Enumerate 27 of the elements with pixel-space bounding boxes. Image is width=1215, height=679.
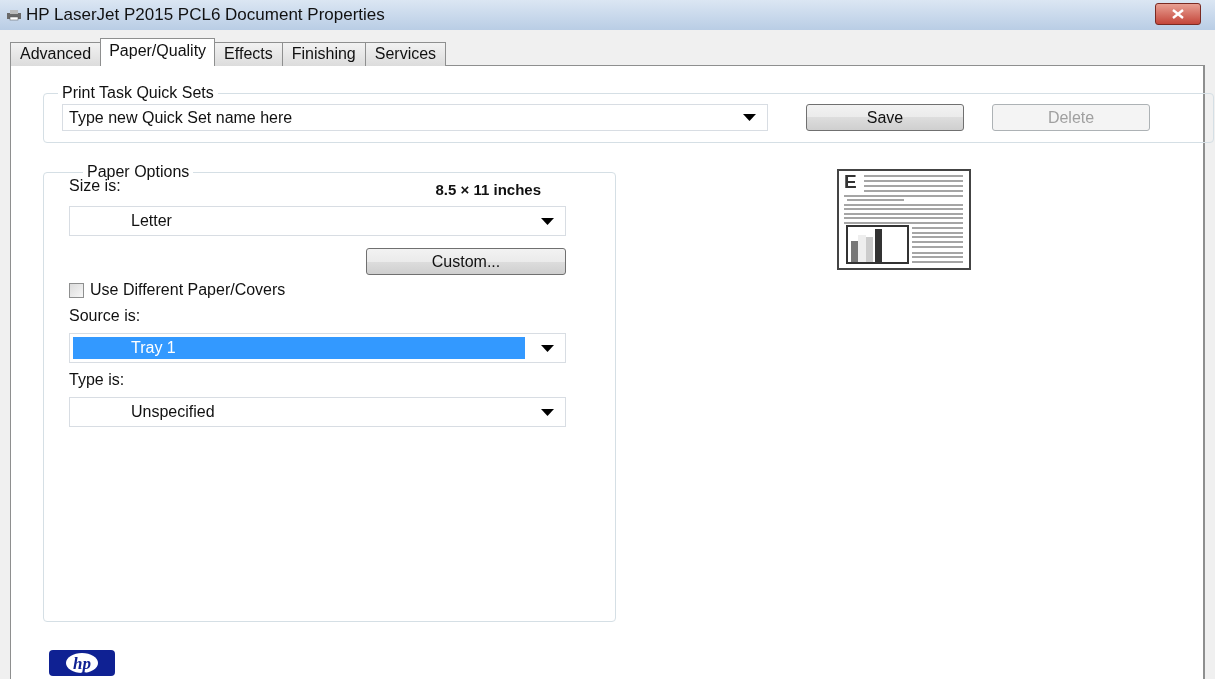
page-preview-icon: E	[837, 169, 971, 270]
tab[interactable]: Finishing	[281, 42, 366, 66]
tab[interactable]: Effects	[214, 42, 283, 66]
printer-icon	[6, 9, 22, 21]
caret-icon	[541, 408, 554, 416]
hp-logo: hp	[49, 650, 115, 676]
caret-icon	[541, 217, 554, 225]
type-label: Type is:	[69, 371, 126, 389]
save-button[interactable]: Save	[806, 104, 964, 131]
paper-type-combo[interactable]: Unspecified	[69, 397, 566, 427]
tab[interactable]: Paper/Quality	[100, 38, 216, 66]
tab[interactable]: Services	[364, 42, 447, 66]
window-title: HP LaserJet P2015 PCL6 Document Properties	[26, 5, 385, 25]
paper-size-combo[interactable]: Letter	[69, 206, 566, 236]
checkbox-label[interactable]: Use Different Paper/Covers	[90, 281, 286, 299]
group-title: Print Task Quick Sets	[61, 84, 215, 102]
caret-icon	[743, 114, 756, 121]
close-button[interactable]	[1155, 3, 1201, 25]
paper-dimensions: 8.5 × 11 inches	[435, 181, 541, 198]
close-icon	[1171, 9, 1185, 19]
custom-button[interactable]: Custom...	[366, 248, 566, 275]
source-label: Source is:	[69, 307, 142, 325]
quick-set-combo[interactable]: Type new Quick Set name here	[62, 104, 768, 131]
group-title: Paper Options	[87, 163, 191, 180]
tab[interactable]: Advanced	[10, 42, 102, 66]
checkbox[interactable]	[69, 282, 84, 298]
caret-icon	[541, 344, 554, 352]
